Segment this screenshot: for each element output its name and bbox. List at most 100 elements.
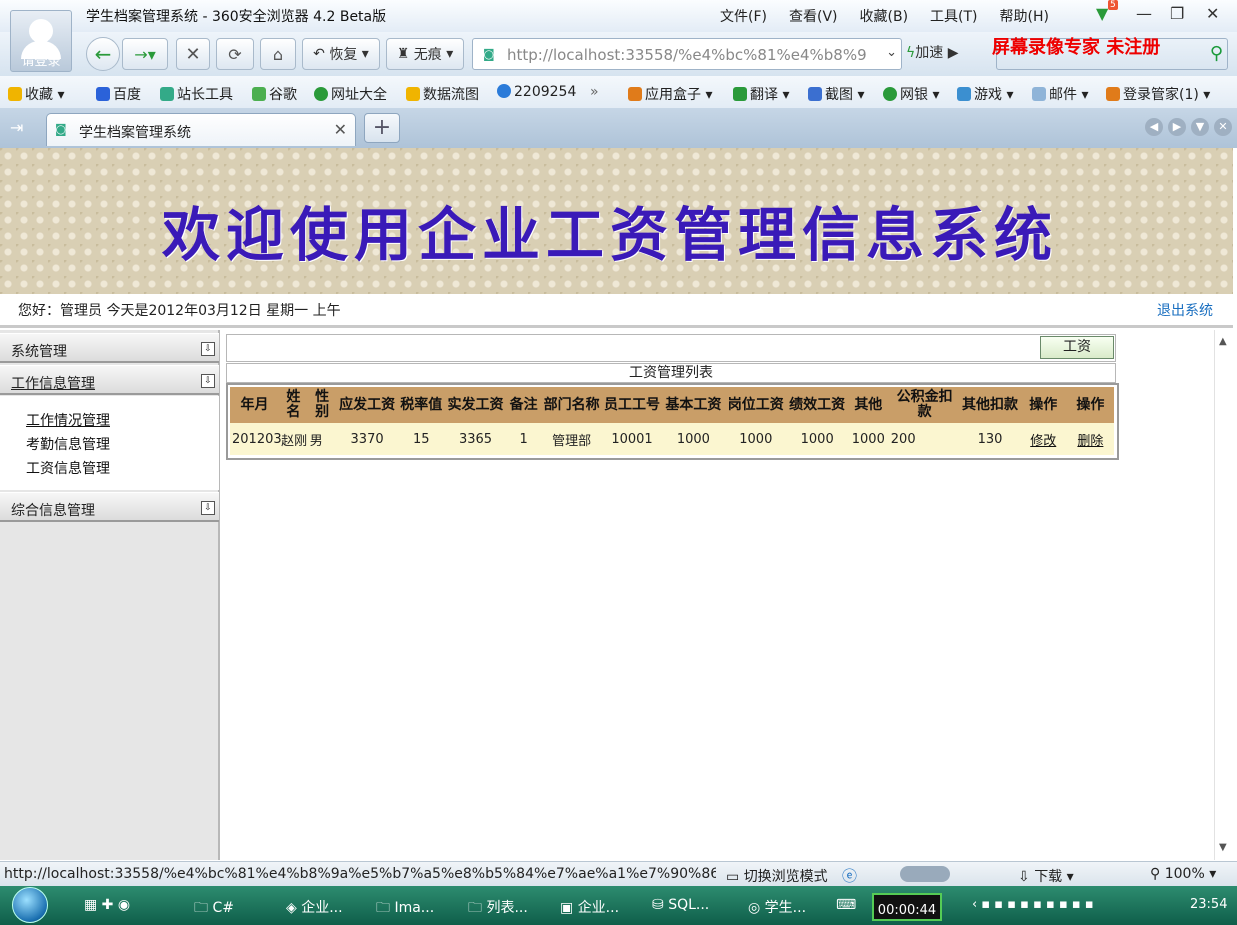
sidebar-item-work-status[interactable]: 工作情况管理 — [26, 410, 110, 430]
vertical-scrollbar[interactable]: ▲ ▼ — [1214, 330, 1233, 860]
delete-cell: 删除 — [1066, 423, 1114, 455]
address-dropdown-icon[interactable]: ⌄ — [886, 45, 897, 60]
fav-google[interactable]: 谷歌 — [252, 84, 297, 104]
tab-list-icon[interactable]: ▼ — [1191, 118, 1209, 136]
incognito-icon: ♜ — [396, 46, 410, 62]
zoom-icon: ⚲ — [1150, 866, 1161, 882]
address-input[interactable]: http://localhost:33558/%e4%bc%81%e4%b8%9 — [507, 46, 867, 64]
taskbar-item[interactable]: 🗀 Ima... — [376, 897, 434, 921]
menu-tools[interactable]: 工具(T) — [930, 6, 977, 26]
keyboard-icon[interactable]: ⌨ — [836, 897, 856, 913]
expand-icon[interactable]: ⇩ — [201, 374, 215, 388]
key-icon — [1106, 87, 1120, 101]
back-button[interactable]: ← — [86, 37, 120, 71]
section-label: 系统管理 — [11, 344, 67, 360]
salary-table: 年月 姓名 性别 应发工资 税率值 实发工资 备注 部门名称 员工工号 基本工资… — [230, 387, 1114, 455]
fav-more[interactable]: » — [590, 84, 599, 100]
menu-help[interactable]: 帮助(H) — [1000, 6, 1049, 26]
cell-performance-pay: 1000 — [786, 423, 848, 455]
expand-icon[interactable]: ⇩ — [201, 342, 215, 356]
close-tab-icon[interactable]: ✕ — [334, 120, 347, 139]
edit-link[interactable]: 修改 — [1030, 434, 1056, 449]
refresh-button[interactable]: ⟳ — [216, 38, 254, 70]
search-icon[interactable]: ⚲ — [1210, 43, 1223, 64]
google-icon — [252, 87, 266, 101]
taskbar-item[interactable]: 🗀 列表... — [468, 897, 528, 921]
fav-appbox[interactable]: 应用盒子 ▾ — [628, 84, 712, 104]
notification-icon[interactable]: ▼ — [1096, 4, 1108, 23]
quicklaunch-icons[interactable]: ▦ ✚ ◉ — [84, 897, 130, 913]
tab-title: 学生档案管理系统 — [79, 125, 191, 141]
status-url: http://localhost:33558/%e4%bc%81%e4%b8%9… — [4, 866, 716, 882]
col-header: 操作 — [1066, 387, 1114, 423]
logout-link[interactable]: 退出系统 — [1157, 300, 1213, 320]
mode-label: 切换浏览模式 — [743, 869, 828, 885]
bank-icon — [883, 87, 897, 101]
cell-name: 赵刚 — [279, 423, 308, 455]
fav-bank[interactable]: 网银 ▾ — [883, 84, 939, 104]
restore-icon[interactable]: ❐ — [1170, 4, 1184, 23]
restore-button[interactable]: ↶ 恢复 ▾ — [302, 38, 380, 70]
cell-net-pay: 3365 — [444, 423, 507, 455]
home-button[interactable]: ⌂ — [260, 38, 296, 70]
fav-mail[interactable]: 邮件 ▾ — [1032, 84, 1088, 104]
taskbar-item[interactable]: 🗀 C# — [194, 897, 234, 921]
scroll-down-icon[interactable]: ▼ — [1219, 842, 1227, 853]
notrace-button[interactable]: ♜ 无痕 ▾ — [386, 38, 464, 70]
browser-menu: 文件(F) 查看(V) 收藏(B) 工具(T) 帮助(H) — [720, 6, 1049, 26]
ie-icon[interactable]: ⓔ — [842, 865, 857, 886]
forward-button[interactable]: →▾ — [122, 38, 168, 70]
fav-login-manager[interactable]: 登录管家(1) ▾ — [1106, 84, 1210, 104]
sidebar-toggle-icon[interactable]: ⇥ — [10, 118, 23, 137]
expand-icon[interactable]: ⇩ — [201, 501, 215, 515]
close-window-icon[interactable]: ✕ — [1206, 4, 1219, 23]
sidebar-item-attendance[interactable]: 考勤信息管理 — [26, 434, 110, 454]
salary-button[interactable]: 工资 — [1040, 336, 1114, 359]
fav-baidu[interactable]: 百度 — [96, 84, 141, 104]
tab-prev-icon[interactable]: ◀ — [1145, 118, 1163, 136]
tab-student-archive[interactable]: ◙ 学生档案管理系统 ✕ — [46, 113, 356, 146]
taskbar-item[interactable]: ◎ 学生... — [748, 897, 806, 917]
fav-translate[interactable]: 翻译 ▾ — [733, 84, 789, 104]
tab-close-all-icon[interactable]: ✕ — [1214, 118, 1232, 136]
fav-2209254[interactable]: 2209254 — [497, 84, 576, 100]
login-avatar[interactable]: 请登录 — [10, 10, 72, 72]
taskbar-item[interactable]: ◈ 企业... — [286, 897, 343, 917]
sidebar-section-work-info[interactable]: 工作信息管理 ⇩ — [0, 365, 219, 395]
start-button[interactable] — [12, 887, 48, 923]
sidebar-item-salary[interactable]: 工资信息管理 — [26, 458, 110, 478]
tray-icons[interactable]: ‹ ▪ ▪ ▪ ▪ ▪ ▪ ▪ ▪ ▪ — [972, 897, 1094, 912]
menu-favorites[interactable]: 收藏(B) — [860, 6, 909, 26]
delete-link[interactable]: 删除 — [1077, 434, 1103, 449]
menu-file[interactable]: 文件(F) — [720, 6, 767, 26]
zoom-control[interactable]: ⚲ 100% ▾ — [1150, 866, 1216, 882]
refresh-icon: ⟳ — [228, 44, 242, 64]
cell-other-deduction: 130 — [960, 423, 1020, 455]
fav-screenshot[interactable]: 截图 ▾ — [808, 84, 864, 104]
toolbar-box — [226, 334, 1116, 362]
new-tab-button[interactable]: + — [364, 113, 400, 143]
restore-label: 恢复 — [329, 47, 358, 63]
table-row: 201203 赵刚 男 3370 15 3365 1 管理部 10001 100… — [230, 423, 1114, 455]
fav-sites[interactable]: 网址大全 — [314, 84, 387, 104]
col-header: 年月 — [230, 387, 280, 423]
minimize-icon[interactable]: — — [1136, 4, 1152, 23]
fav-collect[interactable]: 收藏 ▾ — [8, 84, 64, 104]
menu-view[interactable]: 查看(V) — [789, 6, 838, 26]
address-bar[interactable]: ◙ http://localhost:33558/%e4%bc%81%e4%b8… — [472, 38, 902, 70]
speed-button[interactable]: ϟ加速 ▶ — [906, 42, 958, 62]
switch-mode-button[interactable]: ▭ 切换浏览模式 — [726, 866, 828, 886]
taskbar-item[interactable]: ⛁ SQL... — [652, 897, 709, 913]
toggle-icon[interactable] — [900, 866, 950, 882]
fav-games[interactable]: 游戏 ▾ — [957, 84, 1013, 104]
sidebar-section-general[interactable]: 综合信息管理 ⇩ — [0, 492, 219, 522]
tab-next-icon[interactable]: ▶ — [1168, 118, 1186, 136]
download-button[interactable]: ⇩ 下载 ▾ — [1018, 866, 1074, 886]
sidebar-section-system[interactable]: 系统管理 ⇩ — [0, 333, 219, 363]
fav-dataflow[interactable]: 数据流图 — [406, 84, 479, 104]
fav-webmaster[interactable]: 站长工具 — [160, 84, 233, 104]
taskbar-item[interactable]: ▣ 企业... — [560, 897, 619, 917]
scroll-up-icon[interactable]: ▲ — [1219, 336, 1227, 347]
notification-badge: 5 — [1108, 0, 1118, 10]
stop-button[interactable]: ✕ — [176, 38, 210, 70]
